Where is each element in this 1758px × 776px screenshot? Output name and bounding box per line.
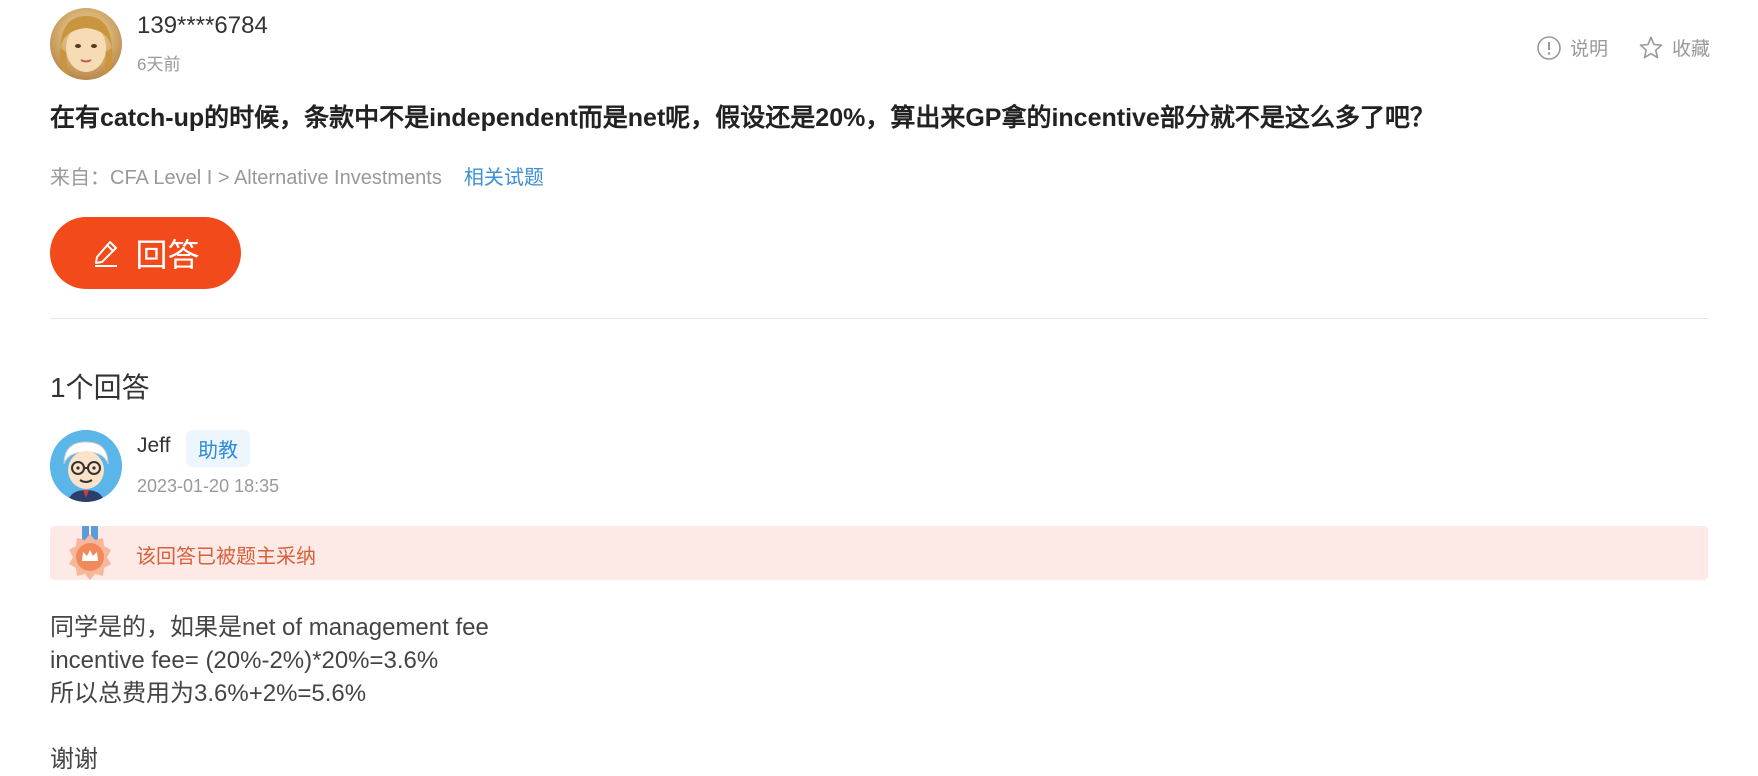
related-questions-link[interactable]: 相关试题 (464, 161, 544, 190)
answer-author-avatar[interactable] (50, 430, 122, 502)
answer-content: 同学是的，如果是net of management fee incentive … (50, 611, 489, 776)
section-divider (50, 318, 1708, 319)
star-icon (1639, 36, 1663, 58)
avatar-illustration (59, 16, 113, 78)
answer-line: 同学是的，如果是net of management fee (50, 614, 489, 641)
answer-author-name[interactable]: Jeff (137, 434, 170, 458)
answer-time: 2023-01-20 18:35 (137, 476, 280, 496)
info-circle-icon (1537, 35, 1561, 60)
question-source: 来自：CFA Level I > Alternative Investments (50, 167, 442, 189)
question-title: 在有catch-up的时候，条款中不是independent而是net呢，假设还… (50, 104, 1435, 132)
header-actions: 说明 收藏 (1536, 34, 1710, 61)
avatar-illustration (50, 430, 122, 502)
question-time: 6天前 (137, 55, 181, 74)
answer-line: 谢谢 (50, 746, 98, 773)
answer-line (50, 710, 489, 743)
medal-icon (69, 526, 111, 580)
question-author-avatar[interactable] (50, 8, 122, 80)
favorite-label: 收藏 (1671, 39, 1710, 60)
assistant-badge: 助教 (186, 430, 250, 467)
question-source-row: 来自：CFA Level I > Alternative Investments… (50, 161, 544, 190)
answer-line: 所以总费用为3.6%+2%=5.6% (50, 680, 367, 707)
explain-label: 说明 (1569, 39, 1608, 60)
accepted-text: 该回答已被题主采纳 (136, 546, 316, 568)
answer-count: 1个回答 (50, 372, 150, 403)
question-author-name[interactable]: 139****6784 (137, 12, 268, 40)
favorite-button[interactable]: 收藏 (1638, 34, 1710, 61)
answer-line: incentive fee= (20%-2%)*20%=3.6% (50, 647, 439, 674)
answer-button-label: 回答 (135, 237, 200, 273)
explain-button[interactable]: 说明 (1536, 34, 1608, 61)
pencil-icon (95, 241, 118, 267)
answer-button[interactable]: 回答 (50, 217, 241, 289)
